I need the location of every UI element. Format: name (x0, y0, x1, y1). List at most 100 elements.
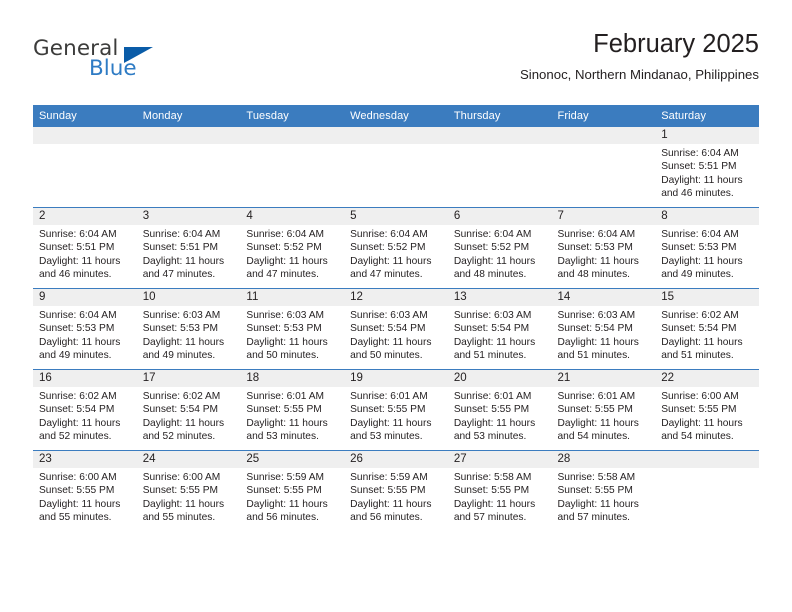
sunrise-text: Sunrise: 6:02 AM (661, 310, 739, 321)
calendar-day-cell[interactable]: 5 Sunrise: 6:04 AM Sunset: 5:52 PM Daylight… (344, 207, 448, 289)
day-details: Sunrise: 6:04 AM Sunset: 5:51 PM Daylight:… (33, 225, 137, 282)
day-number: 20 (447, 370, 552, 387)
daylight-text-line2: and 52 minutes. (142, 431, 216, 443)
daylight-text-line2: and 48 minutes. (557, 269, 631, 281)
daylight-text-line2: and 53 minutes. (246, 431, 319, 443)
day-details: Sunrise: 5:59 AM Sunset: 5:55 PM Daylight:… (344, 468, 448, 525)
calendar-day-cell[interactable]: 18 Sunrise: 6:01 AM Sunset: 5:55 PM Dayligh… (240, 369, 345, 451)
calendar-day-cell[interactable]: 10 Sunrise: 6:03 AM Sunset: 5:53 PM Dayligh… (136, 288, 241, 370)
sunset-text: Sunset: 5:53 PM (661, 242, 737, 254)
calendar-day-cell[interactable]: 2 Sunrise: 6:04 AM Sunset: 5:51 PM Daylight… (33, 207, 137, 289)
daylight-text-line1: Daylight: 11 hours (350, 417, 432, 429)
day-details: Sunrise: 6:00 AM Sunset: 5:55 PM Daylight:… (33, 468, 137, 525)
calendar-week-row: 23 Sunrise: 6:00 AM Sunset: 5:55 PM Dayligh… (33, 450, 759, 531)
daylight-text-line2: and 55 minutes. (142, 512, 216, 524)
calendar-day-cell[interactable]: 8 Sunrise: 6:04 AM Sunset: 5:53 PM Daylight… (655, 207, 759, 289)
day-details: Sunrise: 6:01 AM Sunset: 5:55 PM Daylight:… (240, 387, 344, 444)
day-number: 15 (655, 289, 759, 306)
daylight-text-line1: Daylight: 11 hours (661, 174, 743, 186)
sunset-text: Sunset: 5:54 PM (661, 323, 737, 335)
day-number: 25 (240, 451, 345, 468)
day-details: Sunrise: 6:02 AM Sunset: 5:54 PM Daylight:… (137, 387, 241, 444)
calendar-body: 1 Sunrise: 6:04 AM Sunset: 5:51 PM Daylight… (33, 127, 759, 531)
brand-logo[interactable]: General Blue (33, 36, 233, 92)
calendar-day-cell[interactable]: 25 Sunrise: 5:59 AM Sunset: 5:55 PM Dayligh… (240, 450, 345, 531)
day-details: Sunrise: 6:04 AM Sunset: 5:53 PM Daylight:… (655, 225, 759, 282)
calendar-cell-empty (551, 127, 656, 208)
sunrise-text: Sunrise: 6:01 AM (350, 391, 428, 402)
calendar-day-cell[interactable]: 16 Sunrise: 6:02 AM Sunset: 5:54 PM Dayligh… (33, 369, 137, 451)
calendar-day-cell[interactable]: 27 Sunrise: 5:58 AM Sunset: 5:55 PM Dayligh… (447, 450, 552, 531)
sunrise-text: Sunrise: 6:03 AM (453, 310, 532, 321)
calendar-day-cell[interactable]: 4 Sunrise: 6:04 AM Sunset: 5:52 PM Daylight… (240, 207, 345, 289)
day-number (136, 127, 241, 144)
page-title: February 2025 (593, 30, 759, 58)
sunset-text: Sunset: 5:54 PM (453, 323, 530, 335)
brand-name-blue: Blue (89, 56, 137, 81)
day-details: Sunrise: 6:04 AM Sunset: 5:51 PM Daylight:… (655, 144, 759, 201)
calendar-day-cell[interactable]: 26 Sunrise: 5:59 AM Sunset: 5:55 PM Dayligh… (344, 450, 448, 531)
day-number: 4 (240, 208, 345, 225)
sunrise-text: Sunrise: 6:04 AM (39, 310, 117, 321)
sunrise-text: Sunrise: 6:01 AM (453, 391, 532, 402)
daylight-text-line2: and 50 minutes. (350, 350, 423, 362)
calendar-day-cell[interactable]: 17 Sunrise: 6:02 AM Sunset: 5:54 PM Dayligh… (136, 369, 241, 451)
daylight-text-line1: Daylight: 11 hours (246, 336, 328, 348)
day-number (240, 127, 345, 144)
day-number: 12 (344, 289, 448, 306)
day-number: 10 (136, 289, 241, 306)
weekday-header-monday: Monday (136, 105, 241, 127)
calendar-day-cell[interactable]: 3 Sunrise: 6:04 AM Sunset: 5:51 PM Daylight… (136, 207, 241, 289)
calendar-day-cell[interactable]: 28 Sunrise: 5:58 AM Sunset: 5:55 PM Dayligh… (551, 450, 656, 531)
calendar-day-cell[interactable]: 6 Sunrise: 6:04 AM Sunset: 5:52 PM Daylight… (447, 207, 552, 289)
calendar-day-cell[interactable]: 24 Sunrise: 6:00 AM Sunset: 5:55 PM Dayligh… (136, 450, 241, 531)
day-number: 26 (344, 451, 448, 468)
sunset-text: Sunset: 5:52 PM (246, 242, 322, 254)
calendar-day-cell[interactable]: 1 Sunrise: 6:04 AM Sunset: 5:51 PM Daylight… (655, 127, 759, 208)
daylight-text-line2: and 49 minutes. (142, 350, 216, 362)
calendar-day-cell[interactable]: 23 Sunrise: 6:00 AM Sunset: 5:55 PM Dayligh… (33, 450, 137, 531)
calendar-day-cell[interactable]: 14 Sunrise: 6:03 AM Sunset: 5:54 PM Dayligh… (551, 288, 656, 370)
daylight-text-line2: and 55 minutes. (39, 512, 112, 524)
day-number: 22 (655, 370, 759, 387)
sunrise-text: Sunrise: 6:04 AM (661, 148, 739, 159)
day-details: Sunrise: 6:03 AM Sunset: 5:53 PM Daylight:… (240, 306, 344, 363)
day-number: 2 (33, 208, 137, 225)
daylight-text-line2: and 57 minutes. (453, 512, 527, 524)
sunrise-text: Sunrise: 6:04 AM (246, 229, 324, 240)
daylight-text-line1: Daylight: 11 hours (557, 336, 639, 348)
calendar-day-cell[interactable]: 22 Sunrise: 6:00 AM Sunset: 5:55 PM Dayligh… (655, 369, 759, 451)
calendar-day-cell[interactable]: 19 Sunrise: 6:01 AM Sunset: 5:55 PM Dayligh… (344, 369, 448, 451)
day-details: Sunrise: 6:04 AM Sunset: 5:53 PM Daylight:… (552, 225, 656, 282)
daylight-text-line1: Daylight: 11 hours (350, 336, 432, 348)
day-number: 1 (655, 127, 759, 144)
daylight-text-line2: and 54 minutes. (557, 431, 631, 443)
calendar-day-cell[interactable]: 21 Sunrise: 6:01 AM Sunset: 5:55 PM Dayligh… (551, 369, 656, 451)
calendar-day-cell[interactable]: 15 Sunrise: 6:02 AM Sunset: 5:54 PM Dayligh… (655, 288, 759, 370)
daylight-text-line2: and 47 minutes. (350, 269, 423, 281)
day-details: Sunrise: 6:04 AM Sunset: 5:52 PM Daylight:… (344, 225, 448, 282)
daylight-text-line2: and 48 minutes. (453, 269, 527, 281)
calendar-day-cell[interactable]: 9 Sunrise: 6:04 AM Sunset: 5:53 PM Daylight… (33, 288, 137, 370)
sunset-text: Sunset: 5:54 PM (557, 323, 633, 335)
calendar-day-cell[interactable]: 7 Sunrise: 6:04 AM Sunset: 5:53 PM Daylight… (551, 207, 656, 289)
sunset-text: Sunset: 5:55 PM (453, 485, 530, 497)
calendar-day-cell[interactable]: 12 Sunrise: 6:03 AM Sunset: 5:54 PM Dayligh… (344, 288, 448, 370)
sunset-text: Sunset: 5:54 PM (142, 404, 219, 416)
day-number: 24 (136, 451, 241, 468)
calendar-cell-empty (344, 127, 448, 208)
sunset-text: Sunset: 5:52 PM (453, 242, 530, 254)
daylight-text-line1: Daylight: 11 hours (453, 336, 536, 348)
daylight-text-line1: Daylight: 11 hours (39, 417, 121, 429)
sunrise-text: Sunrise: 5:58 AM (557, 472, 636, 483)
daylight-text-line2: and 52 minutes. (39, 431, 112, 443)
calendar-cell-empty (655, 450, 759, 531)
calendar-day-cell[interactable]: 20 Sunrise: 6:01 AM Sunset: 5:55 PM Dayligh… (447, 369, 552, 451)
day-details: Sunrise: 6:04 AM Sunset: 5:52 PM Daylight:… (448, 225, 552, 282)
day-number: 3 (136, 208, 241, 225)
calendar-day-cell[interactable]: 11 Sunrise: 6:03 AM Sunset: 5:53 PM Dayligh… (240, 288, 345, 370)
calendar-day-cell[interactable]: 13 Sunrise: 6:03 AM Sunset: 5:54 PM Dayligh… (447, 288, 552, 370)
sunset-text: Sunset: 5:51 PM (39, 242, 115, 254)
daylight-text-line1: Daylight: 11 hours (350, 255, 432, 267)
sunset-text: Sunset: 5:51 PM (142, 242, 219, 254)
